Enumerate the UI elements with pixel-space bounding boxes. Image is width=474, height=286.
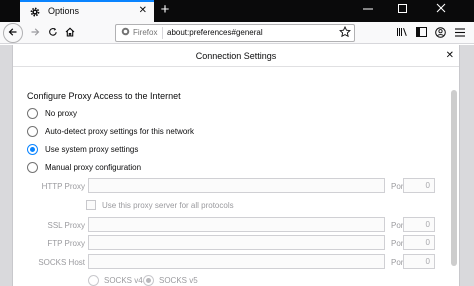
- http-port-input[interactable]: 0: [403, 178, 435, 193]
- connection-settings-dialog: Connection Settings ✕ Configure Proxy Ac…: [12, 45, 460, 286]
- radio-label: Manual proxy configuration: [45, 163, 142, 172]
- sidebar-button[interactable]: [411, 23, 431, 43]
- radio-system-proxy[interactable]: Use system proxy settings: [27, 144, 138, 155]
- radio-label: Auto-detect proxy settings for this netw…: [45, 127, 194, 136]
- radio-manual-proxy[interactable]: Manual proxy configuration: [27, 162, 141, 173]
- radio-label: No proxy: [45, 109, 78, 118]
- forward-button[interactable]: [25, 23, 45, 43]
- page-edge-left: [0, 45, 12, 286]
- account-icon: [434, 26, 446, 40]
- gear-icon: [29, 6, 41, 18]
- ftp-proxy-input[interactable]: [88, 235, 385, 250]
- library-button[interactable]: [392, 23, 412, 43]
- menu-button[interactable]: [450, 23, 470, 43]
- section-title: Configure Proxy Access to the Internet: [27, 91, 181, 101]
- socks-host-input[interactable]: [88, 254, 385, 269]
- ssl-proxy-input[interactable]: [88, 217, 385, 232]
- socks-v5-option[interactable]: SOCKS v5: [143, 275, 198, 286]
- arrow-right-icon: [30, 27, 40, 39]
- back-button[interactable]: [3, 23, 23, 43]
- tab-title: Options: [48, 6, 80, 16]
- page-edge-right: [460, 45, 474, 286]
- ssl-port-input[interactable]: 0: [403, 217, 435, 232]
- share-proxy-checkbox[interactable]: [86, 200, 96, 210]
- bookmark-star-icon[interactable]: [339, 25, 351, 40]
- title-bar: Options ✕ +: [0, 0, 474, 22]
- navigation-toolbar: Firefox about:preferences#general: [0, 22, 474, 44]
- socks-host-label: SOCKS Host: [38, 258, 85, 267]
- url-bar[interactable]: Firefox about:preferences#general: [115, 24, 355, 42]
- radio-auto-detect[interactable]: Auto-detect proxy settings for this netw…: [27, 126, 194, 137]
- home-icon: [65, 27, 75, 39]
- identity-label: Firefox: [133, 28, 158, 37]
- dialog-header: Connection Settings ✕: [13, 45, 459, 67]
- share-proxy-checkbox-row[interactable]: Use this proxy server for all protocols: [86, 200, 234, 210]
- new-tab-button[interactable]: +: [158, 1, 172, 19]
- arrow-left-icon: [8, 27, 18, 39]
- tab-options[interactable]: Options ✕: [20, 0, 154, 22]
- socks-port-input[interactable]: 0: [403, 254, 435, 269]
- maximize-button[interactable]: [388, 0, 418, 22]
- radio-button[interactable]: [27, 108, 38, 119]
- url-text[interactable]: about:preferences#general: [167, 28, 263, 37]
- identity-box[interactable]: Firefox: [121, 27, 164, 40]
- home-button[interactable]: [60, 23, 80, 43]
- sidebar-icon: [415, 27, 427, 39]
- http-proxy-label: HTTP Proxy: [41, 182, 85, 191]
- ftp-port-input[interactable]: 0: [403, 235, 435, 250]
- dialog-title: Connection Settings: [195, 51, 277, 61]
- reload-icon: [48, 27, 58, 39]
- minimize-button[interactable]: [353, 0, 383, 22]
- radio-button-selected[interactable]: [27, 144, 38, 155]
- close-window-button[interactable]: [426, 0, 456, 22]
- http-proxy-input[interactable]: [88, 178, 385, 193]
- dialog-close-button[interactable]: ✕: [446, 50, 454, 62]
- radio-no-proxy[interactable]: No proxy: [27, 108, 77, 119]
- socks-v4-label: SOCKS v4: [104, 276, 143, 285]
- tab-close-button[interactable]: ✕: [139, 5, 147, 17]
- dialog-scrollbar[interactable]: [451, 90, 457, 266]
- firefox-logo-icon: [121, 27, 130, 40]
- account-button[interactable]: [430, 23, 450, 43]
- radio-label: Use system proxy settings: [45, 145, 139, 154]
- share-proxy-label: Use this proxy server for all protocols: [102, 200, 234, 210]
- radio-button[interactable]: [88, 275, 99, 286]
- hamburger-menu-icon: [455, 27, 465, 39]
- library-icon: [396, 27, 408, 39]
- socks-v5-label: SOCKS v5: [159, 276, 198, 285]
- radio-button[interactable]: [27, 162, 38, 173]
- socks-v4-option[interactable]: SOCKS v4: [88, 275, 143, 286]
- radio-button-selected[interactable]: [143, 275, 154, 286]
- ftp-proxy-label: FTP Proxy: [47, 239, 85, 248]
- radio-button[interactable]: [27, 126, 38, 137]
- ssl-proxy-label: SSL Proxy: [47, 221, 86, 230]
